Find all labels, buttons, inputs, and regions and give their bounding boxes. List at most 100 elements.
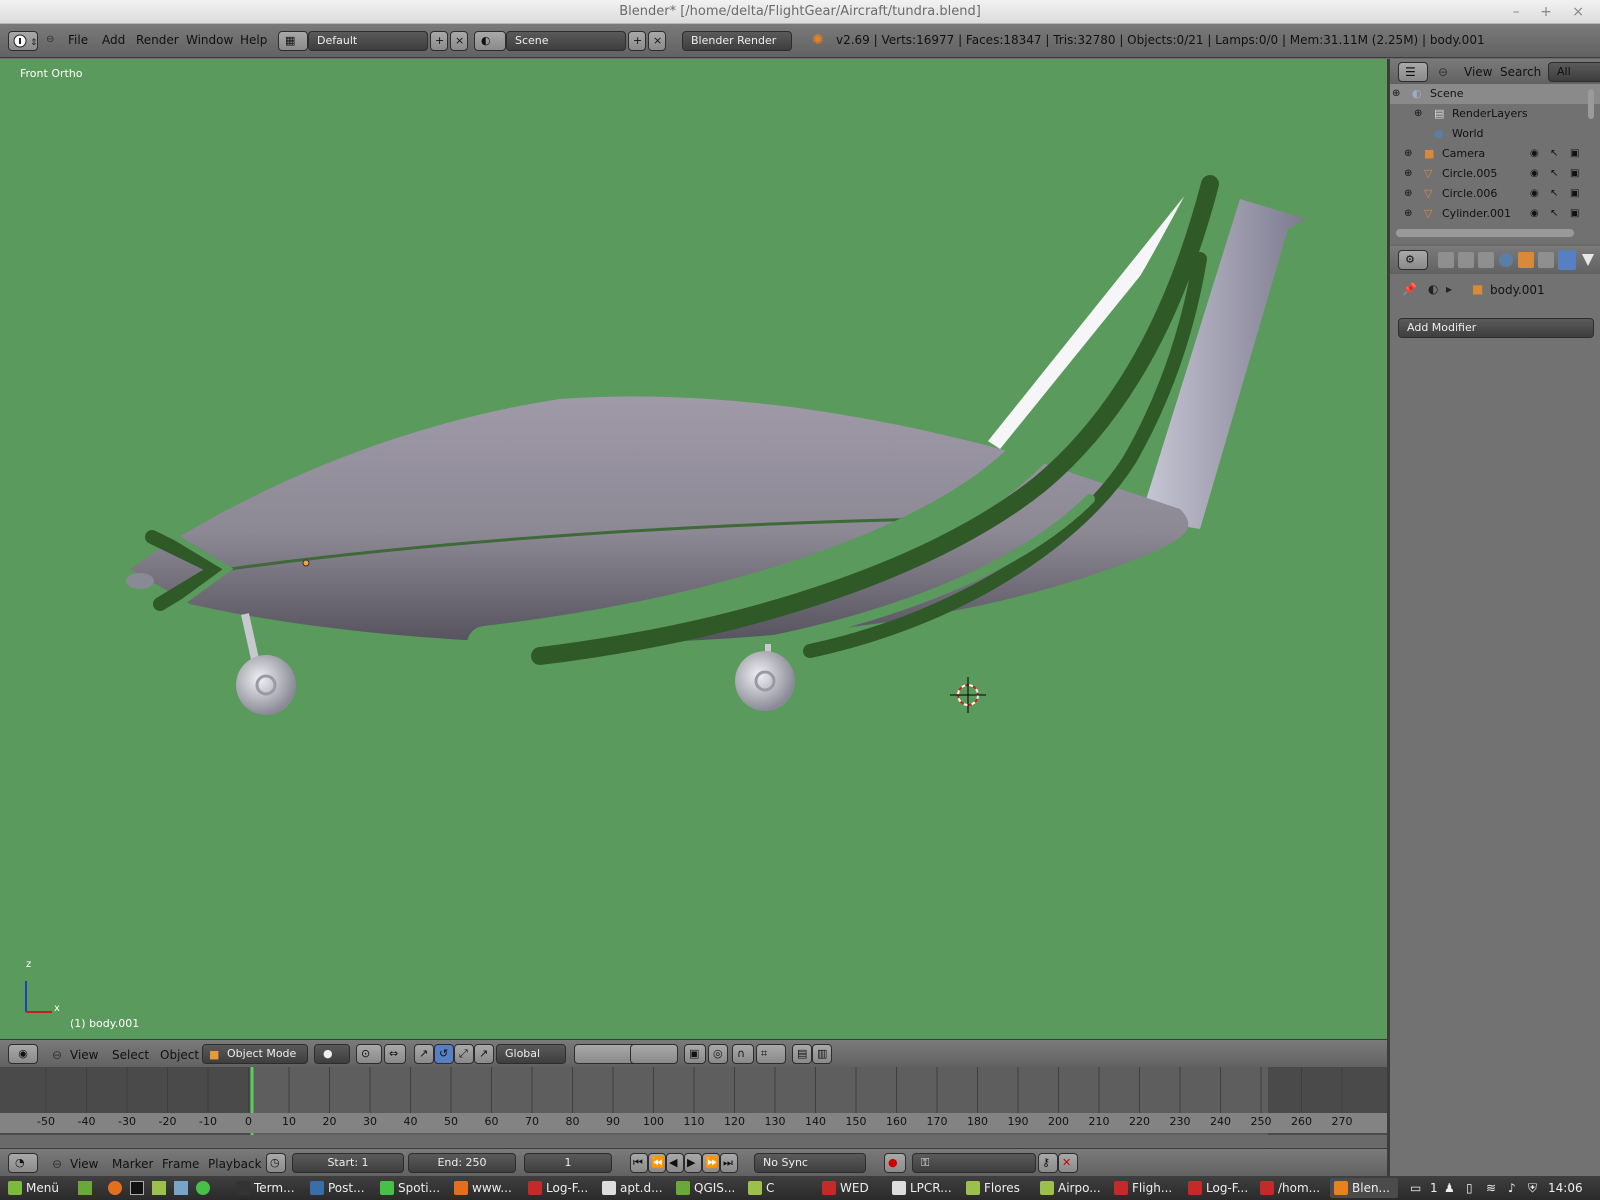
outliner-editor-type-button[interactable]: ☰ [1398, 62, 1428, 82]
taskbar-window-button[interactable]: QGIS... [672, 1178, 740, 1198]
render-camera-icon[interactable]: ▣ [1570, 184, 1579, 204]
delete-keyframe-button[interactable]: ✕ [1058, 1153, 1078, 1173]
layout-delete-button[interactable]: × [450, 31, 468, 51]
expand-toggle-icon[interactable]: ⊕ [1404, 164, 1412, 184]
expand-toggle-icon[interactable]: ⊕ [1392, 84, 1400, 104]
keying-set-field[interactable]: ⚿ [912, 1153, 1036, 1173]
menu-window[interactable]: Window [186, 33, 233, 47]
snap-toggle[interactable]: ∩ [732, 1044, 754, 1064]
menu-help[interactable]: Help [240, 33, 267, 47]
menu-select[interactable]: Select [112, 1048, 149, 1062]
select-arrow-icon[interactable]: ↖ [1550, 184, 1558, 204]
collapse-menu-icon[interactable]: ⊖ [1438, 65, 1448, 79]
render-camera-icon[interactable]: ▣ [1570, 204, 1579, 224]
collapse-menu-icon[interactable]: ⊖ [46, 34, 54, 45]
outliner-row[interactable]: ⊕ ▤ RenderLayers [1390, 104, 1600, 124]
spotify-launcher-icon[interactable] [196, 1181, 210, 1195]
editor-type-button[interactable]: ⇕ [8, 31, 38, 51]
taskbar-window-button[interactable]: C [744, 1178, 812, 1198]
scene-delete-button[interactable]: × [648, 31, 666, 51]
taskbar-window-button[interactable]: Fligh... [1110, 1178, 1178, 1198]
next-keyframe-button[interactable]: ⏩ [702, 1153, 720, 1173]
lock-layers-toggle[interactable]: ▣ [684, 1044, 706, 1064]
play-button[interactable]: ▶ [684, 1153, 702, 1173]
scene-name-field[interactable]: Scene [506, 31, 626, 51]
properties-tab-icons[interactable] [1434, 248, 1600, 272]
shield-icon[interactable]: ⛨ [1528, 1181, 1537, 1196]
3d-cursor-icon[interactable] [950, 677, 986, 713]
taskbar-window-button[interactable]: LPCR... [888, 1178, 956, 1198]
world-tab-icon[interactable] [1499, 253, 1513, 267]
render-camera-icon[interactable]: ▣ [1570, 144, 1579, 164]
app-launcher-icon[interactable] [174, 1181, 188, 1195]
expand-toggle-icon[interactable]: ⊕ [1404, 204, 1412, 224]
data-tab-icon[interactable] [1582, 254, 1594, 266]
menu-render[interactable]: Render [136, 33, 179, 47]
chat-icon[interactable]: ▭ [1410, 1181, 1421, 1195]
pin-icon[interactable]: 📌 [1402, 282, 1417, 296]
taskbar-window-button[interactable]: Spoti... [376, 1178, 444, 1198]
outliner-row[interactable]: ⊕ ◐ Scene [1390, 84, 1600, 104]
jump-end-button[interactable]: ⏭ [720, 1153, 738, 1173]
object-tab-icon[interactable] [1518, 252, 1534, 268]
scene-add-button[interactable]: + [628, 31, 646, 51]
menu-object[interactable]: Object [160, 1048, 199, 1062]
insert-keyframe-button[interactable]: ⚷ [1038, 1153, 1058, 1173]
select-arrow-icon[interactable]: ↖ [1550, 204, 1558, 224]
taskbar-window-button[interactable]: WED [818, 1178, 886, 1198]
outliner-row[interactable]: ⊕ ▽ Circle.005 ◉ ↖ ▣ [1390, 164, 1600, 184]
render-opengl-button[interactable]: ▤ [792, 1044, 812, 1064]
expand-toggle-icon[interactable]: ⊕ [1404, 144, 1412, 164]
orientation-select[interactable]: Global [496, 1044, 566, 1064]
taskbar-window-button[interactable]: Blen... [1330, 1178, 1398, 1198]
add-modifier-select[interactable]: Add Modifier [1398, 318, 1594, 338]
outliner-row[interactable]: ⊕ ▽ Circle.006 ◉ ↖ ▣ [1390, 184, 1600, 204]
workspace-number[interactable]: 1 [1430, 1181, 1438, 1195]
scene-tab-icon[interactable] [1478, 252, 1494, 268]
timeline-editor-type-button[interactable]: ◔ [8, 1153, 38, 1173]
preview-range-toggle[interactable]: ◷ [266, 1153, 286, 1173]
taskbar-window-button[interactable]: Flores [962, 1178, 1030, 1198]
files-launcher-icon[interactable] [152, 1181, 166, 1195]
sync-select[interactable]: No Sync [754, 1153, 866, 1173]
menu-timeline-view[interactable]: View [70, 1157, 98, 1171]
mode-select[interactable]: ■ Object Mode [202, 1044, 308, 1064]
render-camera-icon[interactable]: ▣ [1570, 164, 1579, 184]
pivot-point-select[interactable]: ⊙ [356, 1044, 382, 1064]
show-desktop-icon[interactable] [78, 1181, 92, 1195]
auto-key-toggle[interactable]: ● [884, 1153, 906, 1173]
jump-start-button[interactable]: ⏮ [630, 1153, 648, 1173]
renderlayers-tab-icon[interactable] [1458, 252, 1474, 268]
menu-view[interactable]: View [70, 1048, 98, 1062]
taskbar-window-button[interactable]: www... [450, 1178, 518, 1198]
taskbar-window-button[interactable]: Airpo... [1036, 1178, 1104, 1198]
menu-marker[interactable]: Marker [112, 1157, 153, 1171]
visibility-eye-icon[interactable]: ◉ [1530, 164, 1539, 184]
taskbar-window-button[interactable]: /hom... [1256, 1178, 1324, 1198]
visibility-eye-icon[interactable]: ◉ [1530, 204, 1539, 224]
taskbar-window-button[interactable]: Log-F... [1184, 1178, 1252, 1198]
outliner-display-select[interactable]: All Scenes [1548, 62, 1600, 96]
taskbar-window-button[interactable]: apt.d... [598, 1178, 666, 1198]
menu-frame[interactable]: Frame [162, 1157, 199, 1171]
prev-keyframe-button[interactable]: ⏪ [648, 1153, 666, 1173]
render-tab-icon[interactable] [1438, 252, 1454, 268]
proportional-edit-toggle[interactable]: ◎ [708, 1044, 728, 1064]
visibility-eye-icon[interactable]: ◉ [1530, 144, 1539, 164]
taskbar-window-button[interactable]: Post... [306, 1178, 374, 1198]
rotate-toggle[interactable]: ↺ [434, 1044, 454, 1064]
modifiers-tab-icon[interactable] [1558, 250, 1576, 270]
scene-browse-button[interactable]: ◐ [474, 31, 506, 51]
collapse-menu-icon[interactable]: ⊖ [52, 1048, 62, 1062]
user-icon[interactable]: ♟ [1444, 1181, 1455, 1195]
start-frame-field[interactable]: Start: 1 [292, 1153, 404, 1173]
current-frame-field[interactable]: 1 [524, 1153, 612, 1173]
outliner-menu-search[interactable]: Search [1500, 65, 1541, 79]
collapse-menu-icon[interactable]: ⊖ [52, 1157, 62, 1171]
properties-editor-type-button[interactable]: ⚙ [1398, 250, 1428, 270]
volume-icon[interactable]: ♪ [1508, 1181, 1516, 1195]
transform-extra-toggle[interactable]: ↗ [474, 1044, 494, 1064]
play-reverse-button[interactable]: ◀ [666, 1153, 684, 1173]
terminal-launcher-icon[interactable] [130, 1181, 144, 1195]
taskbar-window-button[interactable]: Term... [232, 1178, 300, 1198]
